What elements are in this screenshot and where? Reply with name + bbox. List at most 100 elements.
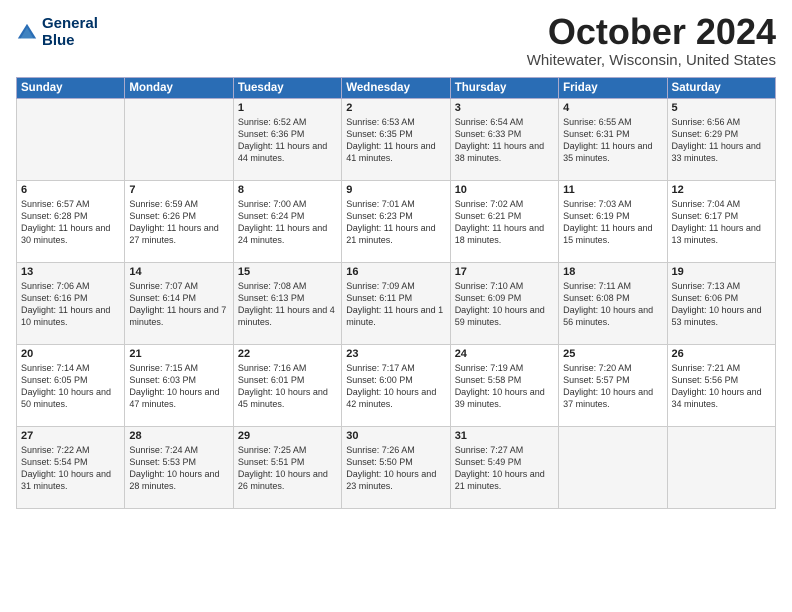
calendar-cell: 1 Sunrise: 6:52 AM Sunset: 6:36 PM Daylig… bbox=[233, 98, 341, 180]
day-number: 26 bbox=[672, 348, 771, 360]
calendar-cell: 20 Sunrise: 7:14 AM Sunset: 6:05 PM Dayli… bbox=[17, 344, 125, 426]
cell-content: Sunrise: 7:13 AM Sunset: 6:06 PM Dayligh… bbox=[672, 280, 771, 329]
calendar-cell: 22 Sunrise: 7:16 AM Sunset: 6:01 PM Dayli… bbox=[233, 344, 341, 426]
day-number: 28 bbox=[129, 430, 228, 442]
cell-content: Sunrise: 7:06 AM Sunset: 6:16 PM Dayligh… bbox=[21, 280, 120, 329]
day-number: 16 bbox=[346, 266, 445, 278]
calendar-cell: 26 Sunrise: 7:21 AM Sunset: 5:56 PM Dayli… bbox=[667, 344, 775, 426]
weekday-header: Friday bbox=[559, 77, 667, 98]
day-number: 7 bbox=[129, 184, 228, 196]
calendar-cell bbox=[125, 98, 233, 180]
day-number: 27 bbox=[21, 430, 120, 442]
cell-content: Sunrise: 7:00 AM Sunset: 6:24 PM Dayligh… bbox=[238, 198, 337, 247]
cell-content: Sunrise: 6:52 AM Sunset: 6:36 PM Dayligh… bbox=[238, 116, 337, 165]
cell-content: Sunrise: 7:09 AM Sunset: 6:11 PM Dayligh… bbox=[346, 280, 445, 329]
calendar-cell bbox=[667, 426, 775, 508]
calendar-cell: 10 Sunrise: 7:02 AM Sunset: 6:21 PM Dayli… bbox=[450, 180, 558, 262]
calendar-cell: 24Sunrise: 7:19 AM Sunset: 5:58 PM Dayli… bbox=[450, 344, 558, 426]
header: General Blue October 2024 Whitewater, Wi… bbox=[16, 12, 776, 69]
weekday-header: Wednesday bbox=[342, 77, 450, 98]
header-row: SundayMondayTuesdayWednesdayThursdayFrid… bbox=[17, 77, 776, 98]
cell-content: Sunrise: 7:15 AM Sunset: 6:03 PM Dayligh… bbox=[129, 362, 228, 411]
weekday-header: Tuesday bbox=[233, 77, 341, 98]
calendar-week-row: 6Sunrise: 6:57 AM Sunset: 6:28 PM Daylig… bbox=[17, 180, 776, 262]
calendar-cell: 27 Sunrise: 7:22 AM Sunset: 5:54 PM Dayli… bbox=[17, 426, 125, 508]
calendar-cell: 9Sunrise: 7:01 AM Sunset: 6:23 PM Daylig… bbox=[342, 180, 450, 262]
calendar-cell: 8 Sunrise: 7:00 AM Sunset: 6:24 PM Daylig… bbox=[233, 180, 341, 262]
day-number: 14 bbox=[129, 266, 228, 278]
day-number: 10 bbox=[455, 184, 554, 196]
calendar-cell: 11Sunrise: 7:03 AM Sunset: 6:19 PM Dayli… bbox=[559, 180, 667, 262]
calendar-cell: 2 Sunrise: 6:53 AM Sunset: 6:35 PM Daylig… bbox=[342, 98, 450, 180]
day-number: 18 bbox=[563, 266, 662, 278]
cell-content: Sunrise: 7:26 AM Sunset: 5:50 PM Dayligh… bbox=[346, 444, 445, 493]
cell-content: Sunrise: 7:20 AM Sunset: 5:57 PM Dayligh… bbox=[563, 362, 662, 411]
cell-content: Sunrise: 7:04 AM Sunset: 6:17 PM Dayligh… bbox=[672, 198, 771, 247]
cell-content: Sunrise: 6:54 AM Sunset: 6:33 PM Dayligh… bbox=[455, 116, 554, 165]
cell-content: Sunrise: 7:17 AM Sunset: 6:00 PM Dayligh… bbox=[346, 362, 445, 411]
day-number: 6 bbox=[21, 184, 120, 196]
cell-content: Sunrise: 6:56 AM Sunset: 6:29 PM Dayligh… bbox=[672, 116, 771, 165]
cell-content: Sunrise: 7:11 AM Sunset: 6:08 PM Dayligh… bbox=[563, 280, 662, 329]
cell-content: Sunrise: 6:55 AM Sunset: 6:31 PM Dayligh… bbox=[563, 116, 662, 165]
page: General Blue October 2024 Whitewater, Wi… bbox=[0, 0, 792, 517]
cell-content: Sunrise: 7:19 AM Sunset: 5:58 PM Dayligh… bbox=[455, 362, 554, 411]
month-title: October 2024 bbox=[527, 12, 776, 52]
calendar-cell: 19Sunrise: 7:13 AM Sunset: 6:06 PM Dayli… bbox=[667, 262, 775, 344]
day-number: 30 bbox=[346, 430, 445, 442]
cell-content: Sunrise: 7:25 AM Sunset: 5:51 PM Dayligh… bbox=[238, 444, 337, 493]
logo-icon bbox=[16, 22, 38, 44]
cell-content: Sunrise: 7:03 AM Sunset: 6:19 PM Dayligh… bbox=[563, 198, 662, 247]
day-number: 3 bbox=[455, 102, 554, 114]
calendar-cell: 23 Sunrise: 7:17 AM Sunset: 6:00 PM Dayli… bbox=[342, 344, 450, 426]
day-number: 8 bbox=[238, 184, 337, 196]
weekday-header: Monday bbox=[125, 77, 233, 98]
cell-content: Sunrise: 7:21 AM Sunset: 5:56 PM Dayligh… bbox=[672, 362, 771, 411]
day-number: 20 bbox=[21, 348, 120, 360]
day-number: 5 bbox=[672, 102, 771, 114]
cell-content: Sunrise: 7:08 AM Sunset: 6:13 PM Dayligh… bbox=[238, 280, 337, 329]
calendar-cell bbox=[559, 426, 667, 508]
day-number: 22 bbox=[238, 348, 337, 360]
cell-content: Sunrise: 6:59 AM Sunset: 6:26 PM Dayligh… bbox=[129, 198, 228, 247]
weekday-header: Thursday bbox=[450, 77, 558, 98]
calendar-week-row: 1 Sunrise: 6:52 AM Sunset: 6:36 PM Daylig… bbox=[17, 98, 776, 180]
cell-content: Sunrise: 7:14 AM Sunset: 6:05 PM Dayligh… bbox=[21, 362, 120, 411]
day-number: 17 bbox=[455, 266, 554, 278]
calendar-cell: 29 Sunrise: 7:25 AM Sunset: 5:51 PM Dayli… bbox=[233, 426, 341, 508]
day-number: 25 bbox=[563, 348, 662, 360]
weekday-header: Saturday bbox=[667, 77, 775, 98]
calendar-cell: 13 Sunrise: 7:06 AM Sunset: 6:16 PM Dayli… bbox=[17, 262, 125, 344]
calendar-cell: 30 Sunrise: 7:26 AM Sunset: 5:50 PM Dayli… bbox=[342, 426, 450, 508]
day-number: 29 bbox=[238, 430, 337, 442]
day-number: 1 bbox=[238, 102, 337, 114]
calendar-cell: 21 Sunrise: 7:15 AM Sunset: 6:03 PM Dayli… bbox=[125, 344, 233, 426]
cell-content: Sunrise: 7:22 AM Sunset: 5:54 PM Dayligh… bbox=[21, 444, 120, 493]
calendar-week-row: 13 Sunrise: 7:06 AM Sunset: 6:16 PM Dayli… bbox=[17, 262, 776, 344]
day-number: 2 bbox=[346, 102, 445, 114]
day-number: 15 bbox=[238, 266, 337, 278]
calendar-cell: 7 Sunrise: 6:59 AM Sunset: 6:26 PM Daylig… bbox=[125, 180, 233, 262]
calendar-cell: 4 Sunrise: 6:55 AM Sunset: 6:31 PM Daylig… bbox=[559, 98, 667, 180]
calendar-cell: 15 Sunrise: 7:08 AM Sunset: 6:13 PM Dayli… bbox=[233, 262, 341, 344]
logo-text: General Blue bbox=[42, 16, 98, 49]
cell-content: Sunrise: 6:53 AM Sunset: 6:35 PM Dayligh… bbox=[346, 116, 445, 165]
cell-content: Sunrise: 7:01 AM Sunset: 6:23 PM Dayligh… bbox=[346, 198, 445, 247]
day-number: 23 bbox=[346, 348, 445, 360]
calendar-cell: 31Sunrise: 7:27 AM Sunset: 5:49 PM Dayli… bbox=[450, 426, 558, 508]
cell-content: Sunrise: 7:02 AM Sunset: 6:21 PM Dayligh… bbox=[455, 198, 554, 247]
calendar-cell: 6Sunrise: 6:57 AM Sunset: 6:28 PM Daylig… bbox=[17, 180, 125, 262]
day-number: 31 bbox=[455, 430, 554, 442]
day-number: 13 bbox=[21, 266, 120, 278]
calendar-cell: 5 Sunrise: 6:56 AM Sunset: 6:29 PM Daylig… bbox=[667, 98, 775, 180]
day-number: 12 bbox=[672, 184, 771, 196]
calendar-cell: 3 Sunrise: 6:54 AM Sunset: 6:33 PM Daylig… bbox=[450, 98, 558, 180]
day-number: 21 bbox=[129, 348, 228, 360]
calendar-cell: 18 Sunrise: 7:11 AM Sunset: 6:08 PM Dayli… bbox=[559, 262, 667, 344]
location: Whitewater, Wisconsin, United States bbox=[527, 52, 776, 69]
weekday-header: Sunday bbox=[17, 77, 125, 98]
calendar-cell: 17Sunrise: 7:10 AM Sunset: 6:09 PM Dayli… bbox=[450, 262, 558, 344]
cell-content: Sunrise: 7:16 AM Sunset: 6:01 PM Dayligh… bbox=[238, 362, 337, 411]
calendar-cell: 16 Sunrise: 7:09 AM Sunset: 6:11 PM Dayli… bbox=[342, 262, 450, 344]
day-number: 4 bbox=[563, 102, 662, 114]
